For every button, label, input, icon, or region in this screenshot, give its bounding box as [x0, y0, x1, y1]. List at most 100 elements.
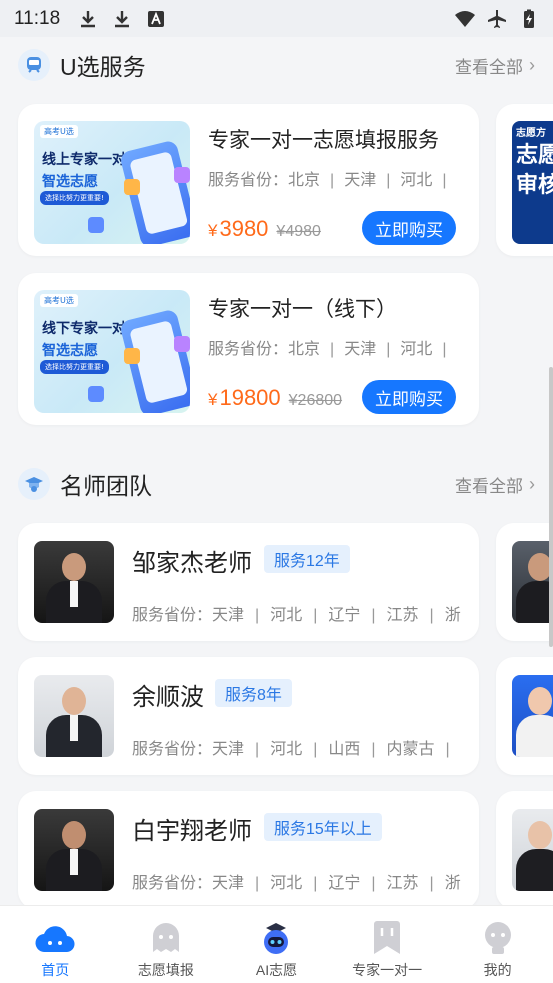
thumbnail-tag: 选择比努力更重要!	[40, 360, 109, 374]
thumbnail-subheadline: 智选志愿	[42, 343, 98, 359]
service-card-peek[interactable]: 志愿方 志愿 审核	[496, 104, 553, 256]
services-section-title: U选服务	[60, 54, 146, 80]
chat-bubble-icon	[174, 167, 190, 183]
buy-now-button[interactable]: 立即购买	[362, 380, 456, 414]
teacher-avatar-peek	[512, 541, 553, 623]
chat-bubble-icon	[88, 217, 104, 233]
chat-bubble-icon	[174, 336, 190, 352]
teacher-card[interactable]: 余顺波 服务8年 服务省份：天津 | 河北 | 山西 | 内蒙古 |	[18, 657, 479, 775]
tab-ai-volunteer[interactable]: AI志愿	[221, 906, 332, 983]
tab-label: 首页	[41, 962, 70, 978]
battery-icon	[524, 9, 534, 28]
airplane-icon	[488, 9, 506, 28]
teachers-section-title: 名师团队	[60, 473, 152, 499]
tab-label: 专家一对一	[352, 962, 423, 978]
main-content[interactable]: U选服务 查看全部 › 高考U选 线上专家一对一 智选志愿 选择比努力更重要! …	[0, 37, 553, 905]
services-view-all-link[interactable]: 查看全部 ›	[455, 53, 535, 78]
province: 天津	[212, 875, 245, 892]
original-price: ¥26800	[288, 392, 343, 409]
download-icon	[81, 10, 96, 27]
teachers-view-all-link[interactable]: 查看全部 ›	[455, 472, 535, 497]
bookmark-icon	[367, 918, 407, 958]
provinces-label: 服务省份：	[132, 607, 213, 624]
service-provinces: 服务省份：北京 | 天津 | 河北 |	[208, 172, 447, 189]
graduation-cap-icon	[18, 468, 50, 500]
price-value: 3980	[219, 216, 269, 241]
status-time: 11:18	[14, 7, 61, 29]
scrollbar[interactable]	[549, 367, 553, 647]
teacher-card[interactable]: 白宇翔老师 服务15年以上 服务省份：天津 | 河北 | 辽宁 | 江苏 | 浙	[18, 791, 479, 905]
system-icons	[455, 9, 539, 29]
chat-bubble-icon	[88, 386, 104, 402]
service-thumbnail: 高考U选 线上专家一对一 智选志愿 选择比努力更重要!	[34, 121, 190, 244]
province: 河北	[270, 875, 303, 892]
status-bar: 11:18	[0, 0, 553, 37]
service-card[interactable]: 高考U选 线上专家一对一 智选志愿 选择比努力更重要! 专家一对一志愿填报服务 …	[18, 104, 479, 256]
tab-volunteer-form[interactable]: 志愿填报	[111, 906, 222, 983]
peek-text: 志愿方	[516, 128, 546, 139]
service-card[interactable]: 高考U选 线下专家一对一 智选志愿 选择比努力更重要! 专家一对一（线下） 服务…	[18, 273, 479, 425]
tab-label: 我的	[483, 962, 512, 978]
peek-text: 审核	[516, 173, 553, 198]
current-price: ¥3980	[208, 216, 269, 241]
current-price: ¥19800	[208, 385, 281, 410]
teacher-provinces: 服务省份：天津 | 河北 | 辽宁 | 江苏 | 浙	[132, 607, 461, 624]
notification-icons	[78, 9, 166, 29]
province: 江苏	[386, 607, 419, 624]
experience-badge: 服务12年	[264, 545, 350, 573]
wifi-icon	[455, 10, 475, 27]
chat-bubble-icon	[124, 179, 140, 195]
experience-badge: 服务8年	[215, 679, 292, 707]
province: 天津	[212, 741, 245, 758]
teacher-avatar-peek	[512, 809, 553, 891]
teacher-name: 邹家杰老师	[132, 550, 252, 577]
provinces-label: 服务省份：	[132, 875, 213, 892]
robot-ai-icon	[256, 918, 296, 958]
chat-bubble-icon	[124, 348, 140, 364]
profile-icon	[478, 918, 518, 958]
ghost-form-icon	[146, 918, 186, 958]
tab-home[interactable]: 首页	[0, 906, 111, 983]
teacher-avatar	[34, 541, 114, 623]
download-icon	[115, 10, 130, 27]
province: 浙	[444, 875, 461, 892]
price-row: ¥19800 ¥26800	[208, 385, 342, 411]
price-row: ¥3980 ¥4980	[208, 216, 321, 242]
teacher-avatar	[34, 675, 114, 757]
province: 河北	[400, 341, 433, 358]
province: 天津	[344, 341, 377, 358]
experience-badge: 服务15年以上	[264, 813, 382, 841]
province: 辽宁	[328, 607, 361, 624]
tab-label: 志愿填报	[137, 962, 194, 978]
buy-now-button[interactable]: 立即购买	[362, 211, 456, 245]
teacher-avatar	[34, 809, 114, 891]
teachers-section-header: 名师团队 查看全部 ›	[18, 464, 535, 504]
teacher-card-peek[interactable]	[496, 523, 553, 641]
train-icon	[18, 49, 50, 81]
chevron-right-icon: ›	[529, 54, 535, 75]
teacher-card-peek[interactable]	[496, 657, 553, 775]
peek-text: 志愿	[516, 143, 553, 168]
teacher-name: 白宇翔老师	[132, 818, 252, 845]
teachers-view-all-label: 查看全部	[455, 476, 523, 496]
thumbnail-subheadline: 智选志愿	[42, 174, 98, 190]
tab-expert-one-on-one[interactable]: 专家一对一	[332, 906, 443, 983]
service-provinces: 服务省份：北京 | 天津 | 河北 |	[208, 341, 447, 358]
teacher-name: 余顺波	[132, 684, 204, 711]
tab-profile[interactable]: 我的	[442, 906, 553, 983]
price-value: 19800	[219, 385, 281, 410]
province: 河北	[400, 172, 433, 189]
chevron-right-icon: ›	[529, 473, 535, 494]
keyboard-a-icon	[148, 10, 165, 27]
teacher-card[interactable]: 邹家杰老师 服务12年 服务省份：天津 | 河北 | 辽宁 | 江苏 | 浙	[18, 523, 479, 641]
province: 北京	[288, 172, 321, 189]
services-view-all-label: 查看全部	[455, 57, 523, 77]
teacher-card-peek[interactable]	[496, 791, 553, 905]
province: 河北	[270, 607, 303, 624]
service-thumbnail-peek: 志愿方 志愿 审核	[512, 121, 553, 244]
original-price: ¥4980	[276, 223, 321, 240]
provinces-label: 服务省份：	[208, 341, 289, 358]
bottom-tab-bar: 首页 志愿填报 AI志愿 专家一对一 我的	[0, 905, 553, 983]
province: 北京	[288, 341, 321, 358]
province: 内蒙古	[386, 741, 435, 758]
